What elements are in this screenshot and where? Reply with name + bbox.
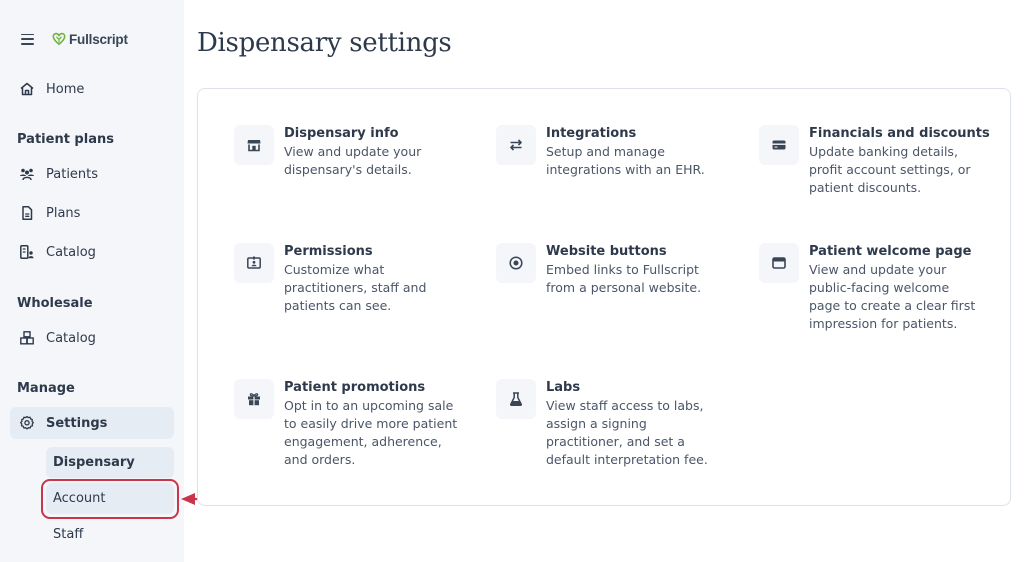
sidebar-subitem-staff[interactable]: Staff: [46, 519, 174, 550]
tile-dispensary-info[interactable]: Dispensary info View and update your dis…: [234, 125, 474, 179]
tile-title: Patient promotions: [284, 380, 426, 395]
tile-title: Financials and discounts: [809, 126, 990, 141]
tile-integrations[interactable]: Integrations Setup and manage integratio…: [496, 125, 736, 179]
sidebar-item-settings[interactable]: Settings: [10, 407, 174, 439]
hamburger-menu-icon[interactable]: [21, 33, 34, 45]
tile-labs[interactable]: Labs View staff access to labs, assign a…: [496, 379, 736, 469]
arrows-swap-icon: [496, 125, 536, 165]
section-title-wholesale: Wholesale: [17, 296, 93, 311]
sidebar-item-home[interactable]: Home: [10, 73, 174, 105]
tile-title: Dispensary info: [284, 126, 399, 141]
flask-icon: [496, 379, 536, 419]
storefront-icon: [234, 125, 274, 165]
sidebar-item-patients[interactable]: Patients: [10, 158, 174, 190]
tile-description: Customize what practitioners, staff and …: [284, 262, 427, 313]
tile-description: Update banking details, profit account s…: [809, 144, 971, 195]
radio-button-icon: [496, 243, 536, 283]
sidebar-item-label: Catalog: [46, 330, 96, 346]
id-badge-icon: [234, 243, 274, 283]
sidebar-item-label: Settings: [46, 415, 108, 431]
sidebar-item-catalog[interactable]: Catalog: [10, 236, 174, 268]
leaf-heart-icon: [52, 32, 66, 46]
tile-description: View and update your dispensary's detail…: [284, 144, 422, 177]
sidebar-item-label: Home: [46, 81, 85, 97]
tile-description: View staff access to labs, assign a sign…: [546, 398, 708, 467]
section-title-patient-plans: Patient plans: [17, 132, 114, 147]
tile-permissions[interactable]: Permissions Customize what practitioners…: [234, 243, 474, 315]
credit-card-icon: [759, 125, 799, 165]
tile-description: Embed links to Fullscript from a persona…: [546, 262, 702, 295]
sidebar-header: Fullscript: [16, 28, 128, 50]
tile-description: View and update your public-facing welco…: [809, 262, 976, 331]
settings-card: Dispensary info View and update your dis…: [197, 88, 1011, 506]
tile-title: Patient welcome page: [809, 244, 972, 259]
tile-patient-promotions[interactable]: Patient promotions Opt in to an upcoming…: [234, 379, 474, 469]
page-title: Dispensary settings: [197, 28, 452, 58]
sidebar-item-label: Catalog: [46, 244, 96, 260]
sidebar-item-plans[interactable]: Plans: [10, 197, 174, 229]
section-title-manage: Manage: [17, 381, 75, 396]
tile-description: Setup and manage integrations with an EH…: [546, 144, 705, 177]
fullscript-logo[interactable]: Fullscript: [52, 32, 128, 47]
sidebar-item-label: Patients: [46, 166, 99, 182]
tile-financials-and-discounts[interactable]: Financials and discounts Update banking …: [759, 125, 999, 197]
gear-icon: [18, 414, 36, 432]
boxes-icon: [18, 329, 36, 347]
tile-title: Permissions: [284, 244, 373, 259]
sidebar-subitem-dispensary[interactable]: Dispensary: [46, 447, 174, 478]
tile-title: Website buttons: [546, 244, 667, 259]
sidebar: Fullscript Home Patient plans Patients P…: [0, 0, 184, 562]
tile-title: Integrations: [546, 126, 637, 141]
brand-name: Fullscript: [69, 31, 128, 47]
gift-icon: [234, 379, 274, 419]
sidebar-item-label: Plans: [46, 205, 81, 221]
sidebar-item-wholesale-catalog[interactable]: Catalog: [10, 322, 174, 354]
tile-website-buttons[interactable]: Website buttons Embed links to Fullscrip…: [496, 243, 736, 297]
home-icon: [18, 80, 36, 98]
tile-description: Opt in to an upcoming sale to easily dri…: [284, 398, 458, 467]
browser-window-icon: [759, 243, 799, 283]
patients-icon: [18, 165, 36, 183]
tile-title: Labs: [546, 380, 581, 395]
tile-patient-welcome-page[interactable]: Patient welcome page View and update you…: [759, 243, 999, 333]
document-icon: [18, 204, 36, 222]
catalog-icon: [18, 243, 36, 261]
sidebar-subitem-account[interactable]: Account: [46, 483, 174, 514]
